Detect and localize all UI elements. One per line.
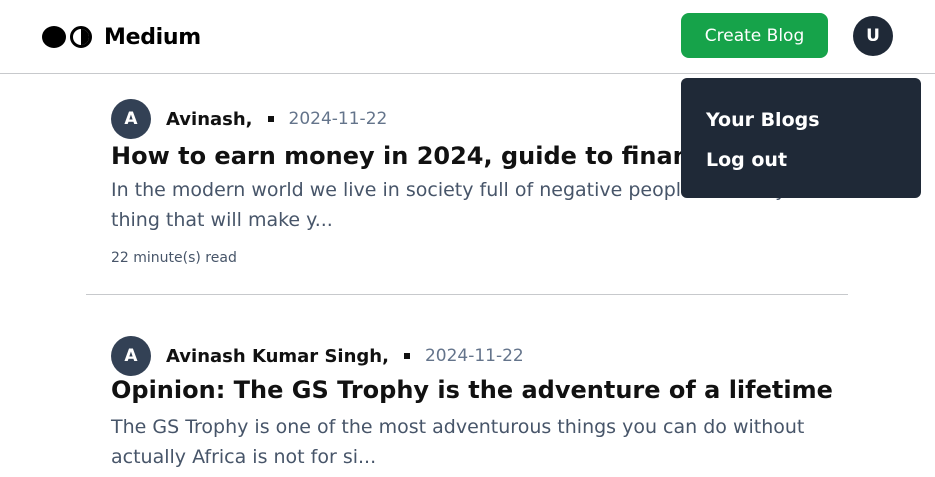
post-date: 2024-11-22: [288, 109, 388, 129]
author-name: Avinash,: [166, 108, 253, 130]
top-navbar: Medium Create Blog U: [0, 0, 935, 74]
post-meta: A Avinash, 2024-11-22: [111, 99, 387, 139]
post-meta: A Avinash Kumar Singh, 2024-11-22: [111, 336, 524, 376]
medium-logo-icon: [42, 25, 92, 49]
user-dropdown-menu: Your Blogs Log out: [681, 78, 921, 198]
author-avatar: A: [111, 99, 151, 139]
author-avatar: A: [111, 336, 151, 376]
user-avatar-button[interactable]: U: [853, 16, 893, 56]
menu-item-log-out[interactable]: Log out: [706, 144, 921, 184]
post-date: 2024-11-22: [424, 346, 524, 366]
author-name: Avinash Kumar Singh,: [166, 345, 389, 367]
separator-dot-icon: [403, 353, 410, 359]
create-blog-button[interactable]: Create Blog: [681, 13, 828, 58]
read-time: 22 minute(s) read: [111, 250, 237, 266]
blog-card[interactable]: A Avinash Kumar Singh, 2024-11-22 Opinio…: [86, 310, 848, 477]
post-excerpt: The GS Trophy is one of the most adventu…: [111, 416, 805, 468]
brand-name: Medium: [104, 24, 201, 50]
separator-dot-icon: [267, 116, 274, 122]
brand-link[interactable]: Medium: [42, 24, 201, 50]
post-title[interactable]: Opinion: The GS Trophy is the adventure …: [111, 376, 833, 404]
menu-item-your-blogs[interactable]: Your Blogs: [706, 104, 921, 144]
